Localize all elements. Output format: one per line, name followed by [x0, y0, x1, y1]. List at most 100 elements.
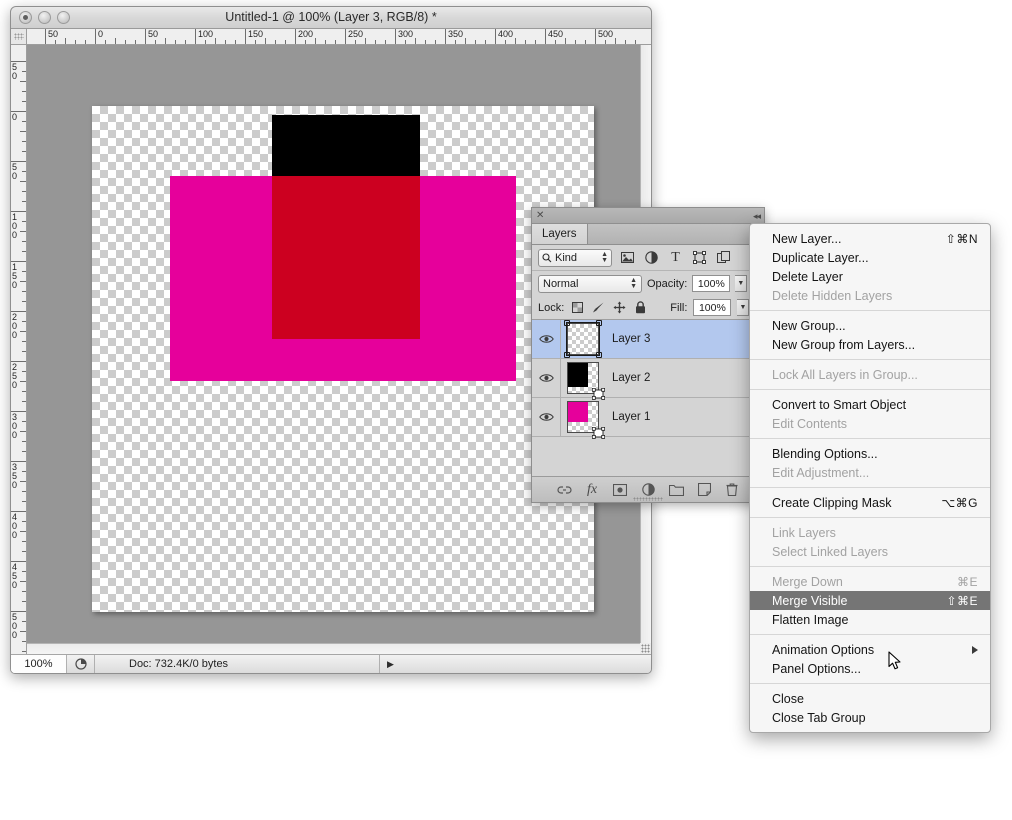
- menu-item-label: Animation Options: [772, 642, 875, 657]
- ruler-label: 0: [12, 380, 18, 390]
- ruler-minor-tick: [22, 501, 26, 502]
- layer-visibility-toggle[interactable]: [532, 320, 561, 358]
- menu-item[interactable]: Blending Options...: [750, 444, 990, 463]
- ruler-corner[interactable]: [11, 29, 27, 45]
- ruler-minor-tick: [22, 271, 26, 272]
- fill-input[interactable]: 100%: [693, 299, 732, 316]
- menu-item[interactable]: Duplicate Layer...: [750, 248, 990, 267]
- status-expand-arrow[interactable]: ▶: [380, 655, 402, 673]
- menu-item-label: Link Layers: [772, 525, 836, 540]
- layers-panel: ✕ ◂◂ Layers Kind ▲ ▼ T Normal ▲ ▼ Opacit…: [531, 207, 765, 503]
- ruler-minor-tick: [585, 40, 586, 44]
- lock-all-icon[interactable]: [633, 300, 648, 315]
- lock-position-icon[interactable]: [612, 300, 627, 315]
- opacity-caret-icon[interactable]: ▼: [735, 275, 748, 292]
- menu-separator: [750, 487, 990, 488]
- layer-visibility-toggle[interactable]: [532, 398, 561, 436]
- fill-caret-icon[interactable]: ▼: [737, 299, 750, 316]
- menu-item-label: Close Tab Group: [772, 710, 866, 725]
- delete-layer-icon[interactable]: [724, 482, 740, 498]
- window-title: Untitled-1 @ 100% (Layer 3, RGB/8) *: [225, 10, 437, 24]
- ruler-minor-tick: [555, 40, 556, 44]
- pixel-layer-filter-icon[interactable]: [619, 249, 636, 266]
- type-layer-filter-icon[interactable]: T: [667, 249, 684, 266]
- blend-mode-select[interactable]: Normal ▲ ▼: [538, 274, 642, 293]
- new-layer-icon[interactable]: [696, 482, 712, 498]
- menu-item[interactable]: Close Tab Group: [750, 708, 990, 727]
- opacity-input[interactable]: 100%: [692, 275, 731, 292]
- filter-kind-steppers[interactable]: ▲ ▼: [601, 251, 608, 264]
- menu-item[interactable]: Flatten Image: [750, 610, 990, 629]
- layer-row[interactable]: Layer 1: [532, 398, 764, 439]
- menu-item: Edit Adjustment...: [750, 463, 990, 482]
- artboard[interactable]: [92, 106, 594, 612]
- ruler-minor-tick: [22, 291, 26, 292]
- panel-tabbar: Layers: [532, 224, 764, 245]
- layer-thumbnail[interactable]: [567, 362, 606, 400]
- panel-collapse-icon[interactable]: ◂◂: [753, 209, 761, 223]
- ruler-minor-tick: [22, 541, 26, 542]
- menu-item[interactable]: Panel Options...: [750, 659, 990, 678]
- ruler-minor-tick: [20, 281, 26, 282]
- zoom-level[interactable]: 100%: [11, 655, 67, 673]
- ruler-minor-tick: [22, 241, 26, 242]
- ruler-label: 0: [12, 530, 18, 540]
- ruler-minor-tick: [285, 40, 286, 44]
- layer-name[interactable]: Layer 2: [612, 372, 650, 384]
- layer-thumbnail[interactable]: [567, 401, 606, 439]
- menu-item[interactable]: Convert to Smart Object: [750, 395, 990, 414]
- horizontal-ruler[interactable]: 50 0 50 100 150 200 250 300 350 400 450 500: [27, 29, 651, 45]
- ruler-minor-tick: [20, 331, 26, 332]
- shape-layer-filter-icon[interactable]: [691, 249, 708, 266]
- window-resize-grip[interactable]: [640, 643, 651, 654]
- panel-close-icon[interactable]: ✕: [536, 209, 544, 223]
- ruler-minor-tick: [22, 151, 26, 152]
- ruler-label: 0: [12, 330, 18, 340]
- menu-item[interactable]: Create Clipping Mask ⌥⌘G: [750, 493, 990, 512]
- lock-image-pixels-icon[interactable]: [591, 300, 606, 315]
- ruler-minor-tick: [22, 71, 26, 72]
- layer-thumbnail[interactable]: [564, 320, 602, 358]
- blend-mode-steppers[interactable]: ▲ ▼: [630, 277, 637, 290]
- thumb-content: [568, 363, 588, 387]
- adjustment-layer-filter-icon[interactable]: [643, 249, 660, 266]
- ruler-minor-tick: [205, 40, 206, 44]
- add-layer-mask-icon[interactable]: [612, 482, 628, 498]
- smart-object-filter-icon[interactable]: [715, 249, 732, 266]
- filter-kind-select[interactable]: Kind ▲ ▼: [538, 248, 612, 267]
- menu-item-shortcut: ⌥⌘G: [941, 495, 978, 510]
- layer-row[interactable]: Layer 3: [532, 320, 764, 359]
- layer-style-fx-icon[interactable]: fx: [584, 482, 600, 498]
- layer-visibility-toggle[interactable]: [532, 359, 561, 397]
- ruler-minor-tick: [385, 40, 386, 44]
- layer-name[interactable]: Layer 1: [612, 411, 650, 423]
- horizontal-scrollbar[interactable]: [27, 643, 640, 654]
- menu-item[interactable]: Merge Visible ⇧⌘E: [750, 591, 990, 610]
- ruler-label: 400: [498, 29, 514, 39]
- ruler-minor-tick: [22, 551, 26, 552]
- menu-item[interactable]: New Layer... ⇧⌘N: [750, 229, 990, 248]
- new-adjustment-layer-icon[interactable]: [640, 482, 656, 498]
- menu-item[interactable]: Close: [750, 689, 990, 708]
- opacity-label: Opacity:: [647, 277, 688, 290]
- menu-item[interactable]: Animation Options: [750, 640, 990, 659]
- ruler-minor-tick: [20, 431, 26, 432]
- menu-item[interactable]: New Group...: [750, 316, 990, 335]
- ruler-minor-tick: [565, 38, 566, 44]
- ruler-label: 50: [148, 29, 159, 39]
- menu-item[interactable]: Delete Layer: [750, 267, 990, 286]
- ruler-minor-tick: [415, 38, 416, 44]
- layer-name[interactable]: Layer 3: [612, 333, 650, 345]
- lock-transparent-pixels-icon[interactable]: [570, 300, 585, 315]
- layer-row[interactable]: Layer 2: [532, 359, 764, 400]
- new-group-icon[interactable]: [668, 482, 684, 498]
- tab-layers[interactable]: Layers: [532, 224, 588, 244]
- submenu-arrow-icon: [972, 645, 978, 654]
- overlap-rectangle: [272, 176, 420, 339]
- panel-drag-handle[interactable]: [633, 497, 663, 501]
- vertical-ruler[interactable]: 50050100150200250300350400450500: [11, 45, 27, 673]
- link-layers-icon[interactable]: [556, 482, 572, 498]
- proxy-preview-icon[interactable]: [67, 655, 95, 673]
- menu-item[interactable]: New Group from Layers...: [750, 335, 990, 354]
- ruler-minor-tick: [22, 121, 26, 122]
